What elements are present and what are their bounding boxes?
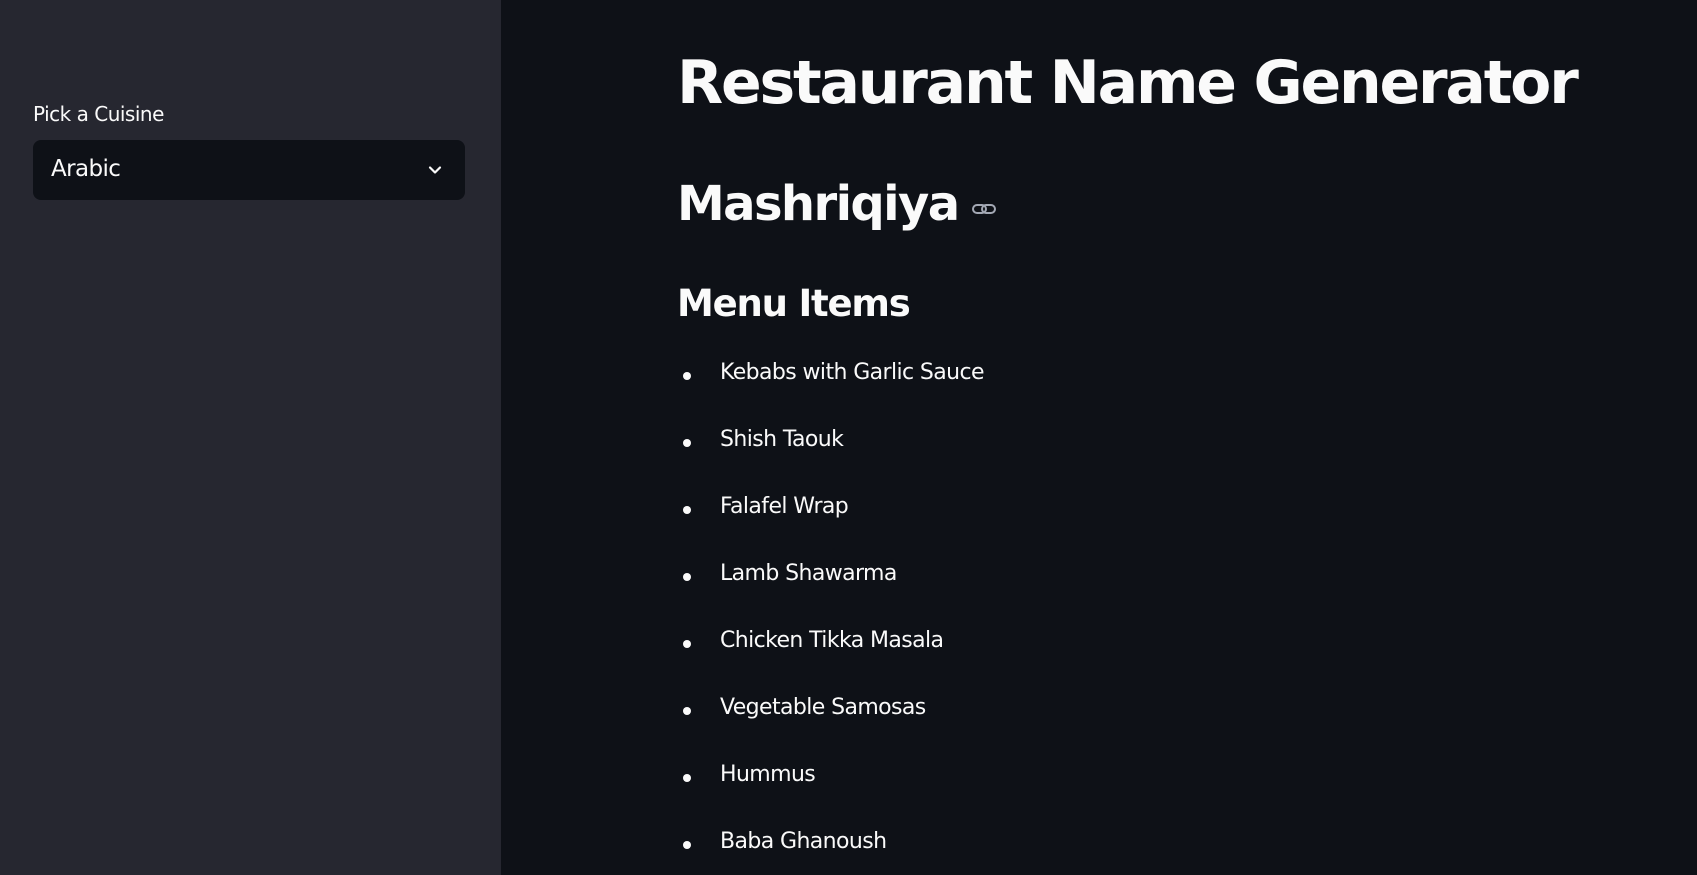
bullet-icon — [683, 573, 691, 581]
link-icon[interactable] — [971, 196, 997, 222]
bullet-icon — [683, 841, 691, 849]
menu-heading: Menu Items — [677, 282, 911, 325]
menu-item-text: Vegetable Samosas — [720, 695, 926, 720]
sidebar: Pick a Cuisine Arabic — [0, 0, 501, 875]
bullet-icon — [683, 372, 691, 380]
bullet-icon — [683, 707, 691, 715]
bullet-icon — [683, 640, 691, 648]
bullet-icon — [683, 774, 691, 782]
restaurant-name-row: Mashriqiya — [677, 178, 997, 231]
menu-item-text: Lamb Shawarma — [720, 561, 897, 586]
menu-item-text: Falafel Wrap — [720, 494, 849, 519]
menu-item-text: Baba Ghanoush — [720, 829, 887, 854]
bullet-icon — [683, 439, 691, 447]
menu-item-text: Chicken Tikka Masala — [720, 628, 944, 653]
menu-item-text: Kebabs with Garlic Sauce — [720, 360, 985, 385]
cuisine-label: Pick a Cuisine — [33, 102, 164, 126]
chevron-down-icon — [428, 166, 442, 174]
menu-item-text: Shish Taouk — [720, 427, 844, 452]
page-title: Restaurant Name Generator — [677, 48, 1579, 118]
bullet-icon — [683, 506, 691, 514]
menu-item-text: Hummus — [720, 762, 816, 787]
restaurant-name: Mashriqiya — [677, 176, 960, 232]
cuisine-select[interactable]: Arabic — [33, 140, 465, 200]
main-content: Restaurant Name Generator Mashriqiya Men… — [501, 0, 1697, 875]
app-window: Pick a Cuisine Arabic Restaurant Name Ge… — [0, 0, 1697, 875]
cuisine-select-value: Arabic — [51, 156, 121, 182]
